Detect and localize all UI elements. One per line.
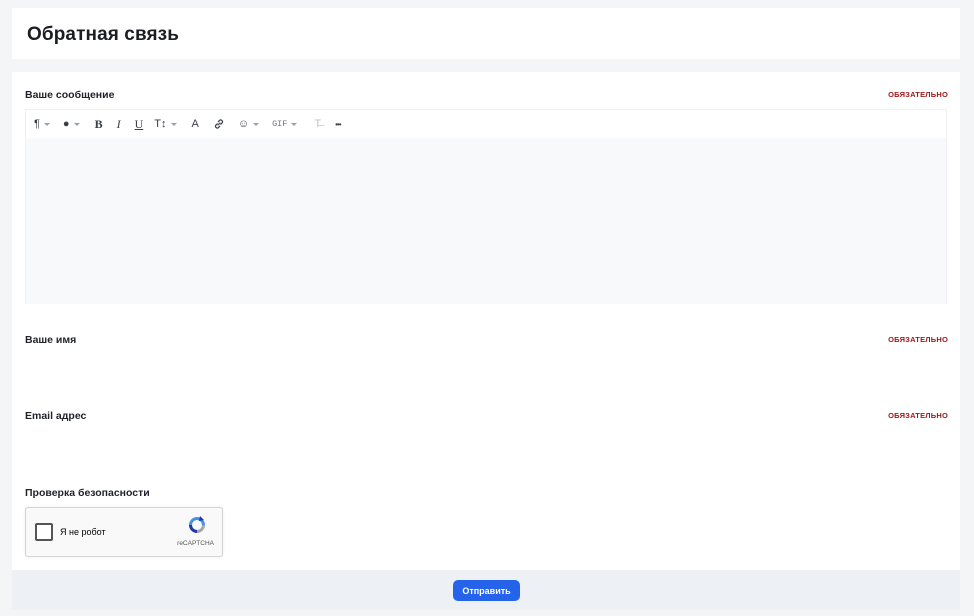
name-required-badge: ОБЯЗАТЕЛЬНО (888, 335, 948, 344)
name-input[interactable] (25, 352, 947, 378)
emoji-icon: ☺ (237, 118, 250, 130)
chevron-down-icon (170, 122, 177, 126)
font-size-dropdown[interactable]: T↕ (154, 114, 177, 134)
clear-format-icon: T̶ (314, 118, 322, 130)
recaptcha-label: Я не робот (60, 527, 106, 537)
message-label: Ваше сообщение (25, 89, 115, 101)
recaptcha-checkbox[interactable] (35, 523, 53, 541)
page-header: Обратная связь (12, 8, 960, 59)
paragraph-icon: ¶ (34, 118, 40, 130)
text-color-dropdown[interactable]: ● (63, 114, 80, 134)
feedback-form: Ваше сообщение ОБЯЗАТЕЛЬНО ¶ ● B I U T↕ … (12, 72, 960, 570)
name-label: Ваше имя (25, 334, 77, 346)
email-label: Email адрес (25, 410, 87, 422)
bold-button[interactable]: B (95, 114, 103, 134)
chevron-down-icon (73, 122, 80, 126)
more-icon: ••• (335, 119, 341, 129)
paragraph-format-dropdown[interactable]: ¶ (34, 114, 50, 134)
clear-format-button[interactable]: T̶ (314, 114, 321, 134)
format-painter-button[interactable]: A (192, 114, 199, 134)
chevron-down-icon (291, 122, 298, 126)
message-editor: ¶ ● B I U T↕ A ☺ GIF T̶ ••• (25, 109, 947, 304)
recaptcha-logo-icon (189, 516, 205, 533)
color-icon: ● (62, 118, 70, 130)
link-icon (214, 119, 223, 129)
underline-button[interactable]: U (135, 114, 144, 134)
chevron-down-icon (43, 122, 50, 126)
submit-button[interactable]: Отправить (453, 580, 520, 601)
gif-icon: GIF (272, 119, 288, 129)
message-required-badge: ОБЯЗАТЕЛЬНО (888, 90, 948, 99)
security-label: Проверка безопасности (25, 487, 150, 499)
message-input[interactable] (26, 138, 946, 304)
recaptcha-widget: Я не робот reCAPTCHA (25, 507, 223, 557)
recaptcha-brand: reCAPTCHA (177, 540, 214, 547)
email-input[interactable] (25, 428, 947, 454)
form-footer: Отправить (12, 570, 960, 610)
more-options-button[interactable]: ••• (335, 114, 341, 134)
email-required-badge: ОБЯЗАТЕЛЬНО (888, 411, 948, 420)
link-button[interactable] (213, 114, 225, 134)
page-title: Обратная связь (27, 24, 180, 45)
font-size-icon: T↕ (154, 118, 167, 130)
italic-button[interactable]: I (117, 114, 121, 134)
editor-toolbar: ¶ ● B I U T↕ A ☺ GIF T̶ ••• (26, 110, 946, 138)
format-painter-icon: A (191, 118, 199, 130)
emoji-dropdown[interactable]: ☺ (237, 114, 260, 134)
chevron-down-icon (253, 122, 260, 126)
gif-dropdown[interactable]: GIF (272, 114, 298, 134)
